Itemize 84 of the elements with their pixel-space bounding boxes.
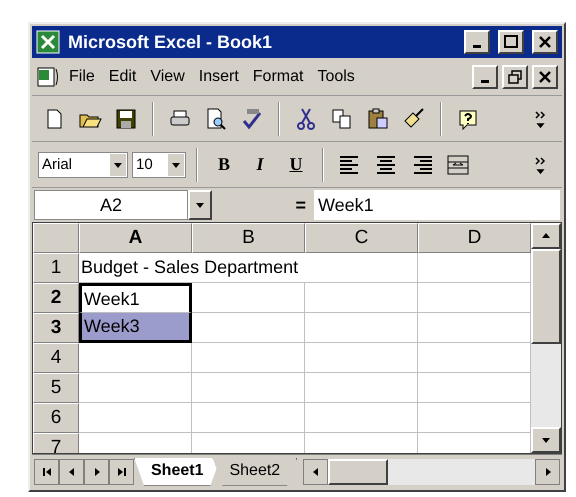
first-sheet-button[interactable] [34,458,59,484]
row-header[interactable]: 6 [33,403,79,433]
scroll-down-button[interactable] [531,427,561,453]
scroll-right-button[interactable] [535,458,560,484]
row-header[interactable]: 1 [33,253,79,283]
table-cell[interactable] [192,313,305,343]
column-header[interactable]: D [418,223,531,253]
table-cell[interactable] [79,403,192,433]
row-header[interactable]: 4 [33,343,79,373]
close-icon [537,34,553,50]
vertical-scrollbar[interactable] [531,223,561,453]
previous-sheet-button[interactable] [59,458,84,484]
close-button[interactable] [532,30,558,54]
equals-sign: = [294,194,307,216]
table-cell[interactable] [418,253,531,283]
menu-item[interactable]: Tools [312,66,360,88]
table-cell[interactable] [418,313,531,343]
menu-item[interactable]: Insert [194,66,244,88]
table-cell[interactable] [79,343,192,373]
name-box-dropdown[interactable] [188,190,212,220]
formula-field[interactable]: Week1 [314,190,560,220]
table-cell[interactable] [192,373,305,403]
table-cell[interactable] [192,403,305,433]
close-icon [537,68,553,84]
row-header[interactable]: 3 [33,313,79,343]
maximize-icon [503,34,519,50]
minimize-button[interactable] [472,64,498,88]
underline-button[interactable]: U [280,148,312,180]
table-cell[interactable] [192,343,305,373]
table-cell[interactable]: Budget - Sales Department [79,253,418,283]
row-header[interactable]: 7 [33,433,79,453]
scroll-up-button[interactable] [531,223,561,249]
menu-item[interactable]: File [64,66,100,88]
table-cell[interactable] [305,343,418,373]
select-all-corner[interactable] [33,223,79,253]
menu-item[interactable]: Edit [104,66,142,88]
sheet-tab[interactable]: Sheet2 [212,458,298,486]
restore-icon [507,68,523,84]
merge-cells-icon [446,152,470,176]
window-title: Microsoft Excel - Book1 [68,32,274,52]
table-cell[interactable] [418,343,531,373]
bold-button[interactable]: B [208,148,240,180]
scroll-thumb[interactable] [531,249,561,344]
font-dropdown[interactable]: Arial [38,152,128,178]
table-cell[interactable] [418,283,531,313]
table-cell[interactable]: Week3 [79,313,192,343]
last-sheet-button[interactable] [109,458,134,484]
table-cell[interactable] [305,313,418,343]
font-size-dropdown[interactable]: 10 [132,152,186,178]
menu-item[interactable]: Format [248,66,308,88]
italic-button[interactable]: I [244,148,276,180]
scroll-left-button[interactable] [303,458,328,484]
scissors-icon [294,106,318,130]
restore-button[interactable] [502,64,528,88]
paintbrush-icon [402,106,426,130]
column-header[interactable]: C [305,223,418,253]
table-cell[interactable] [79,373,192,403]
scroll-thumb[interactable] [328,458,388,484]
close-button[interactable] [532,64,558,88]
column-header[interactable]: A [79,223,192,253]
next-sheet-button[interactable] [84,458,109,484]
table-cell[interactable] [418,373,531,403]
paste-clipboard-icon [366,106,390,130]
minimize-icon [481,80,489,82]
minimize-button[interactable] [464,30,490,54]
menu-item[interactable]: View [145,66,190,88]
horizontal-scrollbar[interactable] [303,458,560,484]
name-box[interactable]: A2 [34,190,188,220]
column-header[interactable]: B [192,223,305,253]
workbook-icon [36,64,60,88]
chevron-icon [533,154,547,174]
row-header[interactable]: 2 [33,283,79,313]
table-cell[interactable] [305,283,418,313]
table-cell[interactable] [305,403,418,433]
chevron-icon [533,108,547,128]
spelling-check-icon [240,106,264,130]
table-cell[interactable] [192,283,305,313]
maximize-button[interactable] [498,30,524,54]
row-header[interactable]: 5 [33,373,79,403]
table-cell[interactable]: Week1 [79,283,192,313]
table-cell[interactable] [418,403,531,433]
spreadsheet-logo-icon [36,30,60,54]
minimize-icon [473,45,481,48]
table-cell[interactable] [305,373,418,403]
